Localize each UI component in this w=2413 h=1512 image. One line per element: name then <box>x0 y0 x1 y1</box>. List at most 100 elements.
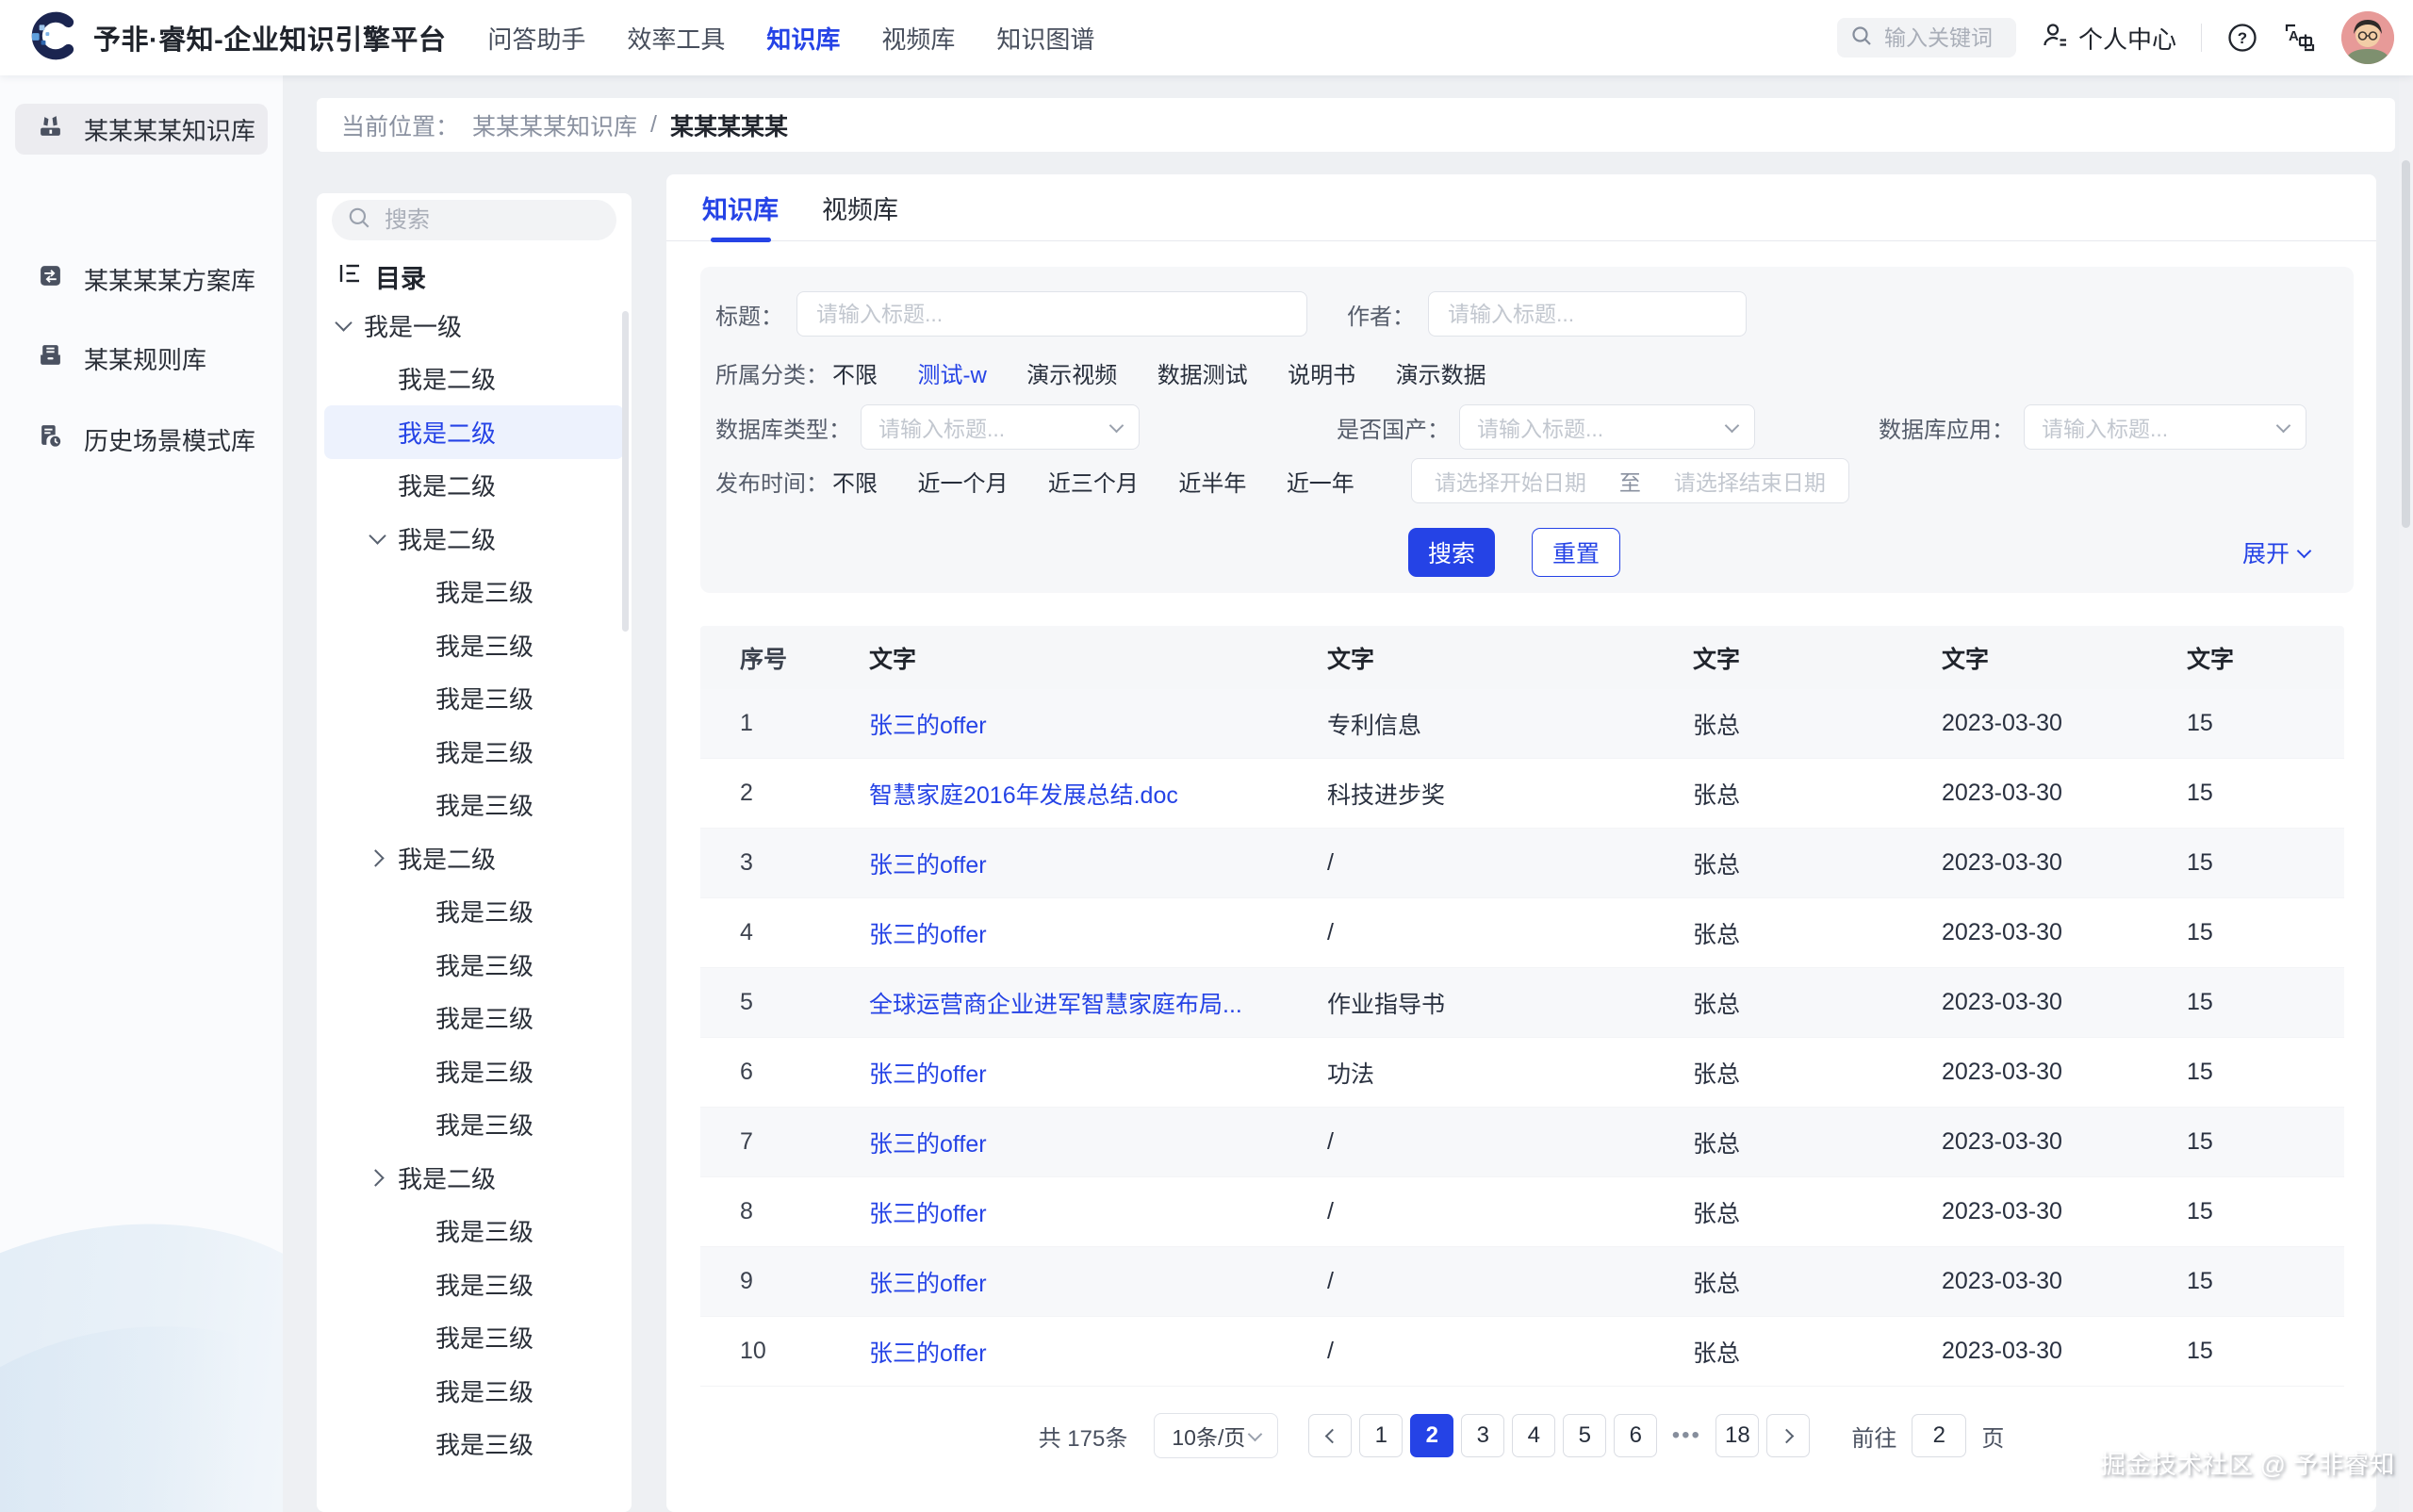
domestic-select[interactable]: 请输入标题... <box>1459 404 1755 450</box>
sidebar-item-knowledge-base[interactable]: 某某某某知识库 <box>15 104 268 155</box>
tree-node[interactable]: 我是三级 <box>324 618 624 672</box>
category-option[interactable]: 不限 <box>832 363 878 388</box>
page-number-button[interactable]: ••• <box>1665 1414 1708 1457</box>
tree-expand-icon[interactable] <box>334 316 353 335</box>
nav-item[interactable]: 问答助手 <box>487 21 585 56</box>
tree-node[interactable]: 我是三级 <box>324 725 624 779</box>
tree-search-input[interactable] <box>383 206 594 235</box>
tree-scrollbar[interactable] <box>622 311 629 632</box>
tree-node[interactable]: 我是三级 <box>324 672 624 726</box>
tree-node[interactable]: 我是三级 <box>324 1418 624 1471</box>
goto-page-input[interactable] <box>1912 1414 1966 1457</box>
category-option[interactable]: 演示数据 <box>1396 363 1486 388</box>
tree-expand-icon[interactable] <box>368 370 386 388</box>
publish-time-option[interactable]: 近三个月 <box>1048 471 1139 497</box>
tree-expand-icon[interactable] <box>405 1381 424 1400</box>
publish-time-option[interactable]: 近半年 <box>1178 471 1246 497</box>
global-search-input[interactable] <box>1882 25 2009 52</box>
search-button[interactable]: 搜索 <box>1408 528 1495 577</box>
document-title-link[interactable]: 智慧家庭2016年发展总结.doc <box>869 782 1178 809</box>
page-number-button[interactable]: 2 <box>1410 1414 1453 1457</box>
page-scrollbar-thumb[interactable] <box>2402 160 2410 528</box>
tree-node[interactable]: 我是三级 <box>324 938 624 992</box>
tree-expand-icon[interactable] <box>405 1115 424 1134</box>
reset-button[interactable]: 重置 <box>1532 528 1620 577</box>
breadcrumb-parent[interactable]: 某某某某知识库 <box>472 108 637 142</box>
page-number-button[interactable]: 3 <box>1461 1414 1504 1457</box>
global-search[interactable] <box>1837 18 2016 58</box>
publish-time-option[interactable]: 近一年 <box>1287 471 1354 497</box>
tree-node[interactable]: 我是二级 <box>324 831 624 885</box>
tree-node[interactable]: 我是二级 <box>324 459 624 513</box>
tree-expand-icon[interactable] <box>405 1009 424 1027</box>
tree-expand-icon[interactable] <box>405 1061 424 1080</box>
document-title-link[interactable]: 张三的offer <box>869 852 987 879</box>
tree-node[interactable]: 我是二级 <box>324 353 624 406</box>
title-filter-input[interactable] <box>814 301 1289 328</box>
tree-node[interactable]: 我是三级 <box>324 566 624 619</box>
tree-node[interactable]: 我是三级 <box>324 1098 624 1152</box>
sidebar-item-rules-base[interactable]: 某某规则库 <box>15 333 268 384</box>
document-title-link[interactable]: 张三的offer <box>869 1201 987 1227</box>
page-number-button[interactable]: 4 <box>1512 1414 1555 1457</box>
category-option[interactable]: 演示视频 <box>1026 363 1117 388</box>
tree-node[interactable]: 我是三级 <box>324 1311 624 1365</box>
category-option[interactable]: 说明书 <box>1288 363 1355 388</box>
content-tab[interactable]: 视频库 <box>822 174 898 241</box>
db-app-select[interactable]: 请输入标题... <box>2024 404 2306 450</box>
tree-node[interactable]: 我是三级 <box>324 1205 624 1258</box>
document-title-link[interactable]: 张三的offer <box>869 713 987 739</box>
tree-node[interactable]: 我是三级 <box>324 1044 624 1098</box>
tree-node[interactable]: 我是三级 <box>324 1257 624 1311</box>
category-option[interactable]: 数据测试 <box>1157 363 1248 388</box>
db-type-select[interactable]: 请输入标题... <box>861 404 1140 450</box>
prev-page-button[interactable] <box>1308 1414 1352 1457</box>
tree-node[interactable]: 我是三级 <box>324 992 624 1045</box>
content-tab[interactable]: 知识库 <box>702 174 779 241</box>
translate-icon[interactable]: A <box>2283 21 2317 55</box>
tree-search[interactable] <box>332 200 616 240</box>
tree-expand-icon[interactable] <box>368 1168 386 1187</box>
document-title-link[interactable]: 全球运营商企业进军智慧家庭布局... <box>869 992 1242 1018</box>
page-number-button[interactable]: 5 <box>1563 1414 1606 1457</box>
tree-expand-icon[interactable] <box>405 635 424 654</box>
tree-expand-icon[interactable] <box>405 955 424 974</box>
page-size-select[interactable]: 10条/页 <box>1154 1413 1278 1458</box>
document-title-link[interactable]: 张三的offer <box>869 1131 987 1158</box>
tree-expand-icon[interactable] <box>368 422 386 441</box>
nav-item[interactable]: 效率工具 <box>627 21 725 56</box>
page-number-button[interactable]: 18 <box>1715 1414 1759 1457</box>
tree-expand-icon[interactable] <box>405 902 424 921</box>
sidebar-item-solution-base[interactable]: 某某某某方案库 <box>15 254 268 304</box>
nav-item[interactable]: 知识库 <box>766 21 840 56</box>
tree-node[interactable]: 我是二级 <box>324 1151 624 1205</box>
publish-time-option[interactable]: 不限 <box>832 471 878 497</box>
profile-center[interactable]: 个人中心 <box>2041 21 2176 56</box>
date-range-picker[interactable]: 请选择开始日期 至 请选择结束日期 <box>1411 458 1849 503</box>
tree-expand-icon[interactable] <box>368 529 386 548</box>
tree-node[interactable]: 我是三级 <box>324 1364 624 1418</box>
page-scrollbar[interactable] <box>2399 75 2413 1512</box>
page-number-button[interactable]: 6 <box>1614 1414 1657 1457</box>
page-number-button[interactable]: 1 <box>1359 1414 1403 1457</box>
publish-time-option[interactable]: 近一个月 <box>917 471 1008 497</box>
tree-expand-icon[interactable] <box>405 1274 424 1293</box>
tree-expand-icon[interactable] <box>405 1435 424 1454</box>
user-avatar[interactable] <box>2341 11 2394 64</box>
tree-node[interactable]: 我是二级 <box>324 405 624 459</box>
author-filter-input[interactable] <box>1446 301 1729 328</box>
tree-node[interactable]: 我是三级 <box>324 885 624 939</box>
category-option[interactable]: 测试-w <box>917 363 986 388</box>
tree-expand-icon[interactable] <box>368 848 386 867</box>
tree-expand-icon[interactable] <box>405 1328 424 1347</box>
tree-expand-icon[interactable] <box>405 689 424 708</box>
tree-expand-icon[interactable] <box>405 583 424 601</box>
document-title-link[interactable]: 张三的offer <box>869 1061 987 1088</box>
expand-toggle[interactable]: 展开 <box>2242 535 2309 569</box>
nav-item[interactable]: 视频库 <box>881 21 955 56</box>
tree-node[interactable]: 我是二级 <box>324 512 624 566</box>
tree-expand-icon[interactable] <box>405 1222 424 1241</box>
tree-expand-icon[interactable] <box>368 476 386 495</box>
tree-expand-icon[interactable] <box>405 742 424 761</box>
tree-node[interactable]: 我是三级 <box>324 779 624 832</box>
